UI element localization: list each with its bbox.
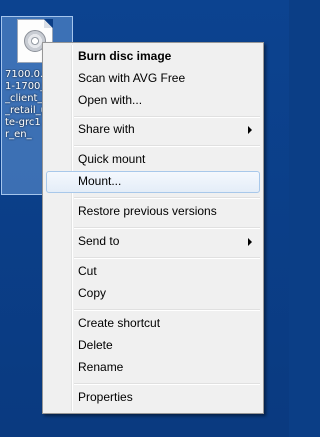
menu-item-create-shortcut[interactable]: Create shortcut — [46, 313, 260, 335]
menu-item-scan-with-avg[interactable]: Scan with AVG Free — [46, 68, 260, 90]
menu-item-burn-disc-image[interactable]: Burn disc image — [46, 46, 260, 68]
menu-item-delete[interactable]: Delete — [46, 335, 260, 357]
menu-separator — [74, 197, 260, 199]
menu-item-mount[interactable]: Mount... — [46, 171, 260, 193]
submenu-arrow-icon — [248, 126, 252, 134]
menu-item-rename[interactable]: Rename — [46, 357, 260, 379]
menu-separator — [74, 383, 260, 385]
menu-item-properties[interactable]: Properties — [46, 387, 260, 409]
menu-item-quick-mount[interactable]: Quick mount — [46, 149, 260, 171]
menu-item-restore-previous-versions[interactable]: Restore previous versions — [46, 201, 260, 223]
submenu-arrow-icon — [248, 238, 252, 246]
menu-separator — [74, 309, 260, 311]
menu-item-send-to[interactable]: Send to — [46, 231, 260, 253]
menu-item-label: Send to — [78, 234, 120, 248]
menu-item-label: Share with — [78, 122, 135, 136]
menu-separator — [74, 145, 260, 147]
menu-separator — [74, 116, 260, 118]
menu-item-cut[interactable]: Cut — [46, 261, 260, 283]
menu-item-open-with[interactable]: Open with... — [46, 90, 260, 112]
menu-separator — [74, 227, 260, 229]
menu-item-copy[interactable]: Copy — [46, 283, 260, 305]
context-menu: Burn disc image Scan with AVG Free Open … — [42, 42, 264, 414]
menu-item-share-with[interactable]: Share with — [46, 119, 260, 141]
menu-separator — [74, 257, 260, 259]
